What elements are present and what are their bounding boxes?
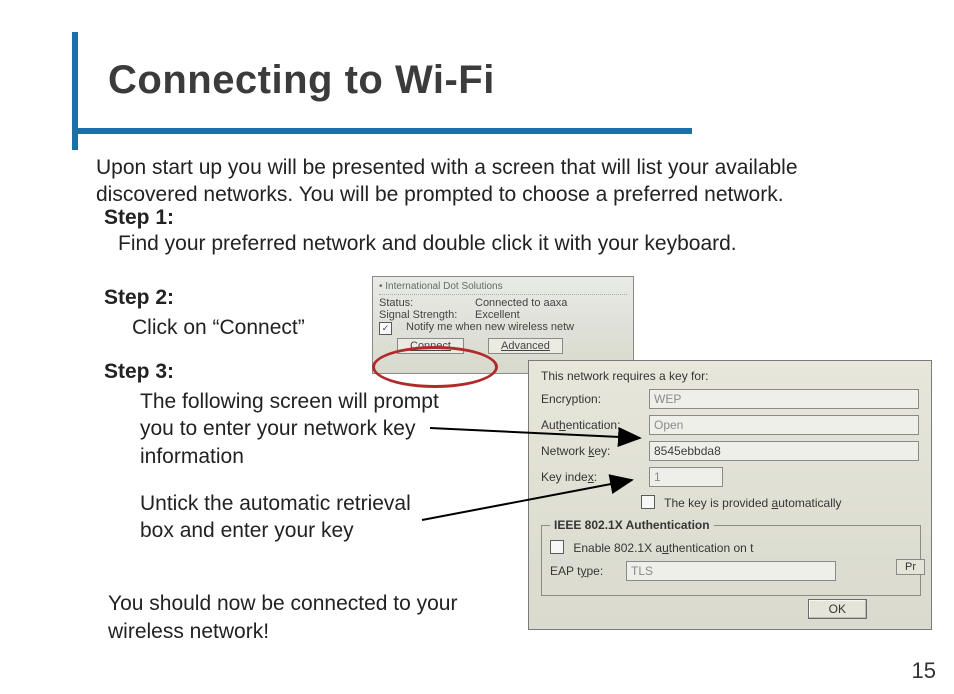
- step-1-body: Find your preferred network and double c…: [104, 232, 884, 256]
- step-1: Step 1: Find your preferred network and …: [104, 206, 884, 256]
- status-label: Status:: [379, 297, 465, 309]
- connect-button[interactable]: Connect: [397, 338, 464, 354]
- eap-type-label: EAP type:: [550, 564, 620, 578]
- network-list-item: • International Dot Solutions: [379, 281, 627, 295]
- page-title: Connecting to Wi-Fi: [108, 58, 495, 103]
- auto-key-label: The key is provided automatically: [664, 496, 841, 510]
- eap-type-field[interactable]: [626, 561, 836, 581]
- auto-key-checkbox[interactable]: [641, 495, 655, 509]
- encryption-field[interactable]: [649, 389, 919, 409]
- enable-8021x-label: Enable 802.1X authentication on t: [573, 541, 753, 555]
- conclusion-text: You should now be connected to your wire…: [108, 590, 538, 647]
- ieee-8021x-legend: IEEE 802.1X Authentication: [550, 518, 714, 532]
- key-index-label: Key index:: [541, 470, 643, 484]
- ok-button[interactable]: OK: [808, 599, 867, 619]
- ieee-8021x-group: IEEE 802.1X Authentication Enable 802.1X…: [541, 518, 921, 596]
- signal-label: Signal Strength:: [379, 309, 465, 321]
- key-index-field[interactable]: [649, 467, 723, 487]
- network-key-field[interactable]: [649, 441, 919, 461]
- step-1-label: Step 1:: [104, 206, 884, 230]
- enable-8021x-checkbox[interactable]: [550, 540, 564, 554]
- connect-button-label: Connect: [410, 340, 451, 352]
- step-2-body: Click on “Connect”: [104, 316, 305, 340]
- authentication-label: Authentication:: [541, 418, 643, 432]
- authentication-field[interactable]: [649, 415, 919, 435]
- status-value: Connected to aaxa: [475, 297, 567, 309]
- manual-page: Connecting to Wi-Fi Upon start up you wi…: [0, 0, 954, 694]
- step-3: Step 3: The following screen will prompt…: [104, 360, 444, 544]
- advanced-button[interactable]: Advanced: [488, 338, 563, 354]
- notify-label: Notify me when new wireless netw: [406, 321, 574, 334]
- step-2: Step 2: Click on “Connect”: [104, 286, 305, 340]
- ok-button-label: OK: [829, 602, 846, 616]
- step-3-body-a: The following screen will prompt you to …: [104, 388, 444, 470]
- step-2-label: Step 2:: [104, 286, 305, 310]
- page-number: 15: [912, 658, 936, 684]
- step-3-body-b: Untick the automatic retrieval box and e…: [104, 490, 444, 545]
- properties-button-partial[interactable]: Pr: [896, 559, 925, 575]
- screenshot-key-dialog: This network requires a key for: Encrypt…: [528, 360, 932, 630]
- key-dialog-intro: This network requires a key for:: [541, 369, 925, 383]
- encryption-label: Encryption:: [541, 392, 643, 406]
- advanced-button-label: Advanced: [501, 340, 550, 352]
- network-key-label: Network key:: [541, 444, 643, 458]
- network-list-item-label: International Dot Solutions: [385, 281, 502, 292]
- title-rule-horizontal: [72, 128, 692, 134]
- notify-checkbox[interactable]: [379, 321, 396, 334]
- intro-paragraph: Upon start up you will be presented with…: [96, 154, 884, 209]
- signal-value: Excellent: [475, 309, 520, 321]
